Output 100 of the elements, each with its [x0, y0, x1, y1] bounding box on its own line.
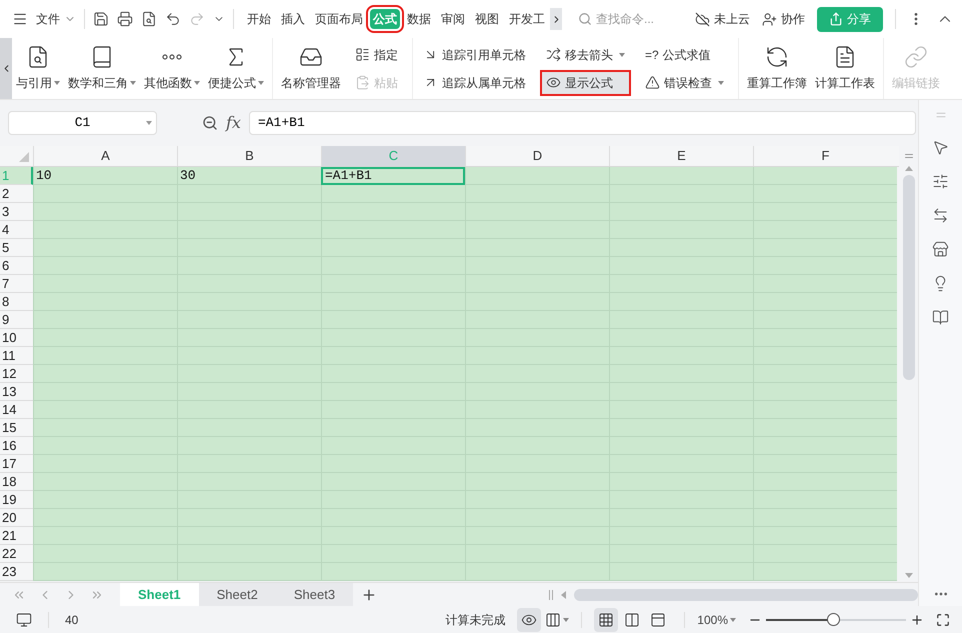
- table-cell[interactable]: [609, 563, 753, 581]
- table-cell[interactable]: [177, 563, 321, 581]
- zoom-out-icon[interactable]: [202, 115, 218, 131]
- ribbon-tab[interactable]: 开始: [244, 9, 274, 29]
- table-cell[interactable]: [33, 185, 177, 203]
- table-cell[interactable]: [753, 203, 897, 221]
- sheet-tab[interactable]: Sheet2: [198, 583, 276, 606]
- ribbon-button[interactable]: 数学和三角: [68, 38, 136, 99]
- table-cell[interactable]: [33, 527, 177, 545]
- print-preview-icon[interactable]: [141, 11, 157, 27]
- cursor-icon[interactable]: [932, 139, 949, 156]
- table-cell[interactable]: [33, 365, 177, 383]
- table-cell[interactable]: [33, 437, 177, 455]
- ribbon-button[interactable]: 显示公式: [540, 70, 631, 96]
- table-cell[interactable]: [753, 293, 897, 311]
- table-cell[interactable]: [753, 239, 897, 257]
- ribbon-button[interactable]: 追踪引用单元格: [417, 42, 532, 68]
- layout-menu-button[interactable]: [545, 612, 570, 628]
- table-cell[interactable]: [33, 455, 177, 473]
- ribbon-button[interactable]: 其他函数: [144, 38, 200, 99]
- ribbon-tab[interactable]: 插入: [278, 9, 308, 29]
- caret-icon[interactable]: [146, 121, 152, 125]
- table-cell[interactable]: [33, 347, 177, 365]
- zoom-slider-thumb[interactable]: [827, 613, 840, 626]
- zoom-menu[interactable]: 100%: [697, 610, 736, 628]
- ribbon-button[interactable]: 指定: [349, 42, 404, 68]
- ribbon-button[interactable]: 名称管理器: [281, 38, 341, 99]
- table-cell[interactable]: [753, 419, 897, 437]
- table-cell[interactable]: =A1+B1: [321, 167, 465, 185]
- ribbon-button[interactable]: 追踪从属单元格: [417, 70, 532, 96]
- ribbon-tab[interactable]: 审阅: [438, 9, 468, 29]
- table-cell[interactable]: [753, 473, 897, 491]
- table-cell[interactable]: [753, 167, 897, 185]
- save-icon[interactable]: [93, 11, 109, 27]
- tabs-scroll-button[interactable]: [550, 8, 562, 30]
- column-header[interactable]: A: [33, 146, 177, 166]
- cloud-status[interactable]: 未上云: [695, 10, 750, 28]
- table-cell[interactable]: [33, 257, 177, 275]
- ribbon-button[interactable]: 便捷公式: [208, 38, 264, 99]
- table-cell[interactable]: [753, 257, 897, 275]
- split-handle-icon[interactable]: [549, 590, 553, 600]
- table-cell[interactable]: [33, 383, 177, 401]
- table-cell[interactable]: [321, 185, 465, 203]
- table-cell[interactable]: [177, 185, 321, 203]
- table-cell[interactable]: [465, 167, 609, 185]
- table-cell[interactable]: [753, 347, 897, 365]
- table-cell[interactable]: [33, 473, 177, 491]
- zoom-in-icon[interactable]: [910, 612, 924, 626]
- ribbon-button[interactable]: 错误检查: [639, 70, 730, 96]
- fullscreen-icon[interactable]: [936, 612, 950, 626]
- table-cell[interactable]: [753, 221, 897, 239]
- table-cell[interactable]: [33, 491, 177, 509]
- menu-icon[interactable]: [12, 11, 28, 27]
- scrollbar-thumb[interactable]: [574, 588, 918, 600]
- table-cell[interactable]: [33, 401, 177, 419]
- ribbon-button[interactable]: 重算工作簿: [747, 38, 807, 99]
- table-cell[interactable]: [33, 203, 177, 221]
- table-cell[interactable]: [753, 185, 897, 203]
- table-cell[interactable]: [33, 311, 177, 329]
- table-cell[interactable]: [753, 563, 897, 581]
- scroll-down-icon[interactable]: [904, 573, 912, 578]
- table-cell[interactable]: [753, 491, 897, 509]
- table-cell[interactable]: [753, 383, 897, 401]
- table-cell[interactable]: [753, 311, 897, 329]
- table-cell[interactable]: [753, 401, 897, 419]
- collaborate-button[interactable]: 协作: [762, 10, 805, 28]
- ribbon-scroll-button[interactable]: [0, 38, 12, 99]
- sliders-icon[interactable]: [932, 173, 949, 190]
- table-cell[interactable]: 30: [177, 167, 321, 185]
- table-cell[interactable]: [465, 185, 609, 203]
- table-cell[interactable]: [33, 563, 177, 581]
- store-icon[interactable]: [932, 241, 949, 258]
- ribbon-button[interactable]: 移去箭头: [540, 42, 631, 68]
- table-cell[interactable]: [33, 509, 177, 527]
- ribbon-button[interactable]: 计算工作表: [815, 38, 875, 99]
- table-cell[interactable]: [753, 509, 897, 527]
- table-cell[interactable]: [753, 329, 897, 347]
- ribbon-tab[interactable]: 数据: [404, 9, 434, 29]
- monitor-icon[interactable]: [16, 612, 32, 628]
- table-cell[interactable]: [33, 545, 177, 563]
- ribbon-tab[interactable]: 页面布局: [312, 9, 366, 29]
- sheet-tab[interactable]: Sheet3: [276, 583, 354, 606]
- column-header[interactable]: D: [465, 146, 609, 166]
- formula-field[interactable]: =A1+B1: [248, 111, 916, 135]
- ribbon-button[interactable]: 与引用: [16, 38, 60, 99]
- view-button[interactable]: [594, 608, 618, 632]
- table-cell[interactable]: [753, 365, 897, 383]
- book-icon[interactable]: [932, 309, 949, 326]
- table-cell[interactable]: [753, 275, 897, 293]
- ribbon-tab[interactable]: 视图: [472, 9, 502, 29]
- undo-icon[interactable]: [165, 11, 181, 27]
- select-all-icon[interactable]: [19, 152, 29, 162]
- column-header[interactable]: F: [753, 146, 897, 166]
- file-menu[interactable]: 文件: [36, 10, 76, 28]
- table-cell[interactable]: [33, 419, 177, 437]
- ribbon-tab[interactable]: 开发工: [506, 9, 548, 29]
- function-button[interactable]: fx: [226, 111, 241, 135]
- eye-protection-button[interactable]: [517, 608, 542, 632]
- table-cell[interactable]: [753, 455, 897, 473]
- table-cell[interactable]: [33, 329, 177, 347]
